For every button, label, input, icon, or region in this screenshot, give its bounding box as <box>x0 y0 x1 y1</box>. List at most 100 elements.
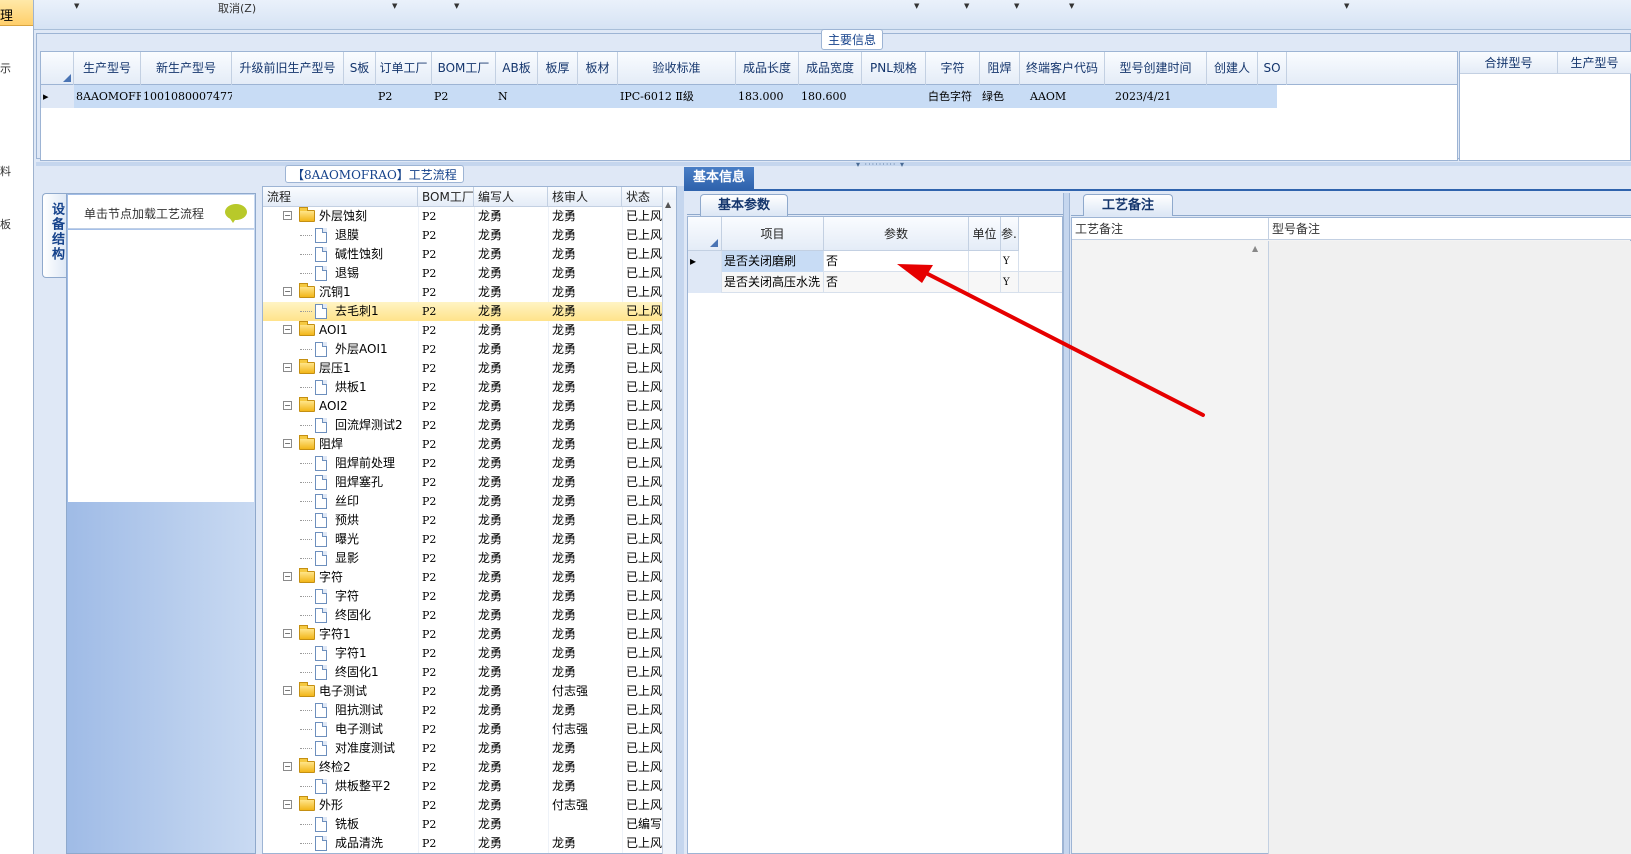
cell-acceptance-standard[interactable]: IPC-6012 Ⅱ级 <box>618 85 736 108</box>
collapse-toggle-icon[interactable]: − <box>283 800 292 809</box>
column-header[interactable]: 验收标准 <box>618 52 736 85</box>
model-remark-field[interactable] <box>1269 241 1631 854</box>
vertical-splitter[interactable] <box>1063 193 1070 854</box>
column-header[interactable]: 字符 <box>926 52 980 85</box>
tree-row[interactable]: − 电子测试 P2 龙勇 付志强 已上风 <box>263 682 663 701</box>
column-header[interactable]: 板厚 <box>538 52 578 85</box>
tree-row[interactable]: 去毛刺1 P2 龙勇 龙勇 已上风 <box>263 302 663 321</box>
tree-row[interactable]: 显影 P2 龙勇 龙勇 已上风 <box>263 549 663 568</box>
column-header[interactable]: 终端客户代码 <box>1020 52 1105 85</box>
tree-row[interactable]: − 字符 P2 龙勇 龙勇 已上风 <box>263 568 663 587</box>
collapse-toggle-icon[interactable]: − <box>283 211 292 220</box>
tree-row[interactable]: 退膜 P2 龙勇 龙勇 已上风 <box>263 226 663 245</box>
cell-item[interactable]: 是否关闭高压水洗 <box>722 272 824 293</box>
collapse-toggle-icon[interactable]: − <box>283 401 292 410</box>
cell-unit[interactable] <box>969 272 1001 293</box>
collapse-toggle-icon[interactable]: − <box>283 686 292 695</box>
tree-row[interactable]: 碱性蚀刻 P2 龙勇 龙勇 已上风 <box>263 245 663 264</box>
collapse-toggle-icon[interactable]: − <box>283 629 292 638</box>
column-header[interactable]: 板材 <box>578 52 618 85</box>
column-header[interactable]: BOM工厂 <box>432 52 496 85</box>
column-header[interactable]: 参.. <box>1001 217 1019 251</box>
dropdown-arrow-icon[interactable]: ▼ <box>454 2 459 10</box>
tree-row[interactable]: 成品清洗 P2 龙勇 龙勇 已上风 <box>263 834 663 853</box>
dropdown-arrow-icon[interactable]: ▼ <box>74 2 79 10</box>
splitter-grip-icon[interactable]: ▾ ········· ▾ <box>856 160 905 169</box>
cell-created-time[interactable]: 2023/4/21 <box>1105 85 1207 108</box>
cell-ab-board[interactable]: N <box>496 85 538 108</box>
cell-thickness[interactable] <box>538 85 578 108</box>
column-header[interactable]: 单位 <box>969 217 1001 251</box>
nav-item-fragment[interactable]: 板 <box>0 216 11 232</box>
tree-row[interactable]: 曝光 P2 龙勇 龙勇 已上风 <box>263 530 663 549</box>
nav-item-fragment[interactable]: 料 <box>0 163 11 179</box>
tree-row[interactable]: 铣板 P2 龙勇 已编写 <box>263 815 663 834</box>
tree-row[interactable]: 预烘 P2 龙勇 龙勇 已上风 <box>263 511 663 530</box>
row-indicator-icon[interactable]: ▸ <box>688 251 722 272</box>
tree-row[interactable]: 终固化 P2 龙勇 龙勇 已上风 <box>263 606 663 625</box>
cell-bom-factory[interactable]: P2 <box>432 85 496 108</box>
dropdown-arrow-icon[interactable]: ▼ <box>392 2 397 10</box>
cell-creator[interactable] <box>1207 85 1258 108</box>
tree-row[interactable]: − AOI1 P2 龙勇 龙勇 已上风 <box>263 321 663 340</box>
row-selector-header[interactable] <box>688 217 722 251</box>
tree-row[interactable]: 电子测试 P2 龙勇 付志强 已上风 <box>263 720 663 739</box>
tree-row[interactable]: − 字符1 P2 龙勇 龙勇 已上风 <box>263 625 663 644</box>
tree-row[interactable]: 退锡 P2 龙勇 龙勇 已上风 <box>263 264 663 283</box>
collapse-toggle-icon[interactable]: − <box>283 439 292 448</box>
cell-pnl[interactable] <box>862 85 926 108</box>
tree-row[interactable]: 阻焊前处理 P2 龙勇 龙勇 已上风 <box>263 454 663 473</box>
tree-row[interactable]: − 层压1 P2 龙勇 龙勇 已上风 <box>263 359 663 378</box>
column-header[interactable]: 生产型号 <box>74 52 141 85</box>
cell-s-board[interactable] <box>344 85 376 108</box>
cell-old-model[interactable] <box>232 85 344 108</box>
column-header[interactable]: 成品宽度 <box>799 52 862 85</box>
column-header[interactable]: 项目 <box>722 217 824 251</box>
column-header[interactable]: 阻焊 <box>980 52 1020 85</box>
nav-item-selected[interactable]: 理 <box>0 0 33 26</box>
column-header[interactable]: 状态 <box>622 187 663 207</box>
cell-solder-mask[interactable]: 绿色 <box>980 85 1020 108</box>
column-header[interactable]: 新生产型号 <box>141 52 232 85</box>
tree-row[interactable]: 字符 P2 龙勇 龙勇 已上风 <box>263 587 663 606</box>
equipment-tree[interactable] <box>68 230 254 502</box>
tree-row[interactable]: − 外形 P2 龙勇 付志强 已上风 <box>263 796 663 815</box>
tree-row[interactable]: − 沉铜1 P2 龙勇 龙勇 已上风 <box>263 283 663 302</box>
column-header[interactable]: 合拼型号 <box>1460 52 1558 74</box>
cell-flag[interactable]: Y <box>1001 272 1019 293</box>
collapse-toggle-icon[interactable]: − <box>283 287 292 296</box>
tree-row[interactable]: 烘板1 P2 龙勇 龙勇 已上风 <box>263 378 663 397</box>
cell-material[interactable] <box>578 85 618 108</box>
horizontal-splitter[interactable]: ▾ ········· ▾ <box>36 160 1631 169</box>
tree-row[interactable]: 烘板整平2 P2 龙勇 龙勇 已上风 <box>263 777 663 796</box>
column-header[interactable]: PNL规格 <box>862 52 926 85</box>
table-row[interactable]: 是否关闭高压水洗 否 Y <box>688 272 1062 293</box>
collapse-toggle-icon[interactable]: − <box>283 572 292 581</box>
nav-item-fragment[interactable]: 示 <box>0 60 11 76</box>
cell-flag[interactable]: Y <box>1001 251 1019 272</box>
dropdown-arrow-icon[interactable]: ▼ <box>914 2 919 10</box>
tab-basic-params[interactable]: 基本参数 <box>700 194 788 216</box>
process-remark-field[interactable] <box>1072 241 1269 854</box>
column-header[interactable]: 参数 <box>824 217 969 251</box>
column-header[interactable]: S板 <box>344 52 376 85</box>
scroll-up-icon[interactable]: ▲ <box>665 200 671 209</box>
collapse-toggle-icon[interactable]: − <box>283 325 292 334</box>
column-header[interactable]: 升级前旧生产型号 <box>232 52 344 85</box>
column-header[interactable]: 创建人 <box>1207 52 1258 85</box>
cell-production-model[interactable]: 8AAOMOFRAO <box>74 85 141 108</box>
vertical-splitter[interactable] <box>677 186 684 854</box>
cell-character[interactable]: 白色字符 <box>926 85 980 108</box>
collapse-toggle-icon[interactable]: − <box>283 363 292 372</box>
tree-row[interactable]: − 阻焊 P2 龙勇 龙勇 已上风 <box>263 435 663 454</box>
column-header[interactable]: BOM工厂 <box>418 187 474 207</box>
column-header[interactable]: 生产型号 <box>1558 52 1631 74</box>
cell-unit[interactable] <box>969 251 1001 272</box>
dropdown-arrow-icon[interactable]: ▼ <box>1014 2 1019 10</box>
column-header[interactable]: 订单工厂 <box>376 52 432 85</box>
table-row[interactable]: ▸ 是否关闭磨刷 否 Y <box>688 251 1062 272</box>
tree-row[interactable]: 对准度测试 P2 龙勇 龙勇 已上风 <box>263 739 663 758</box>
row-indicator-icon[interactable]: ▸ <box>41 85 74 108</box>
cell-order-factory[interactable]: P2 <box>376 85 432 108</box>
tab-equipment-structure[interactable]: 设备结构 <box>42 193 68 278</box>
